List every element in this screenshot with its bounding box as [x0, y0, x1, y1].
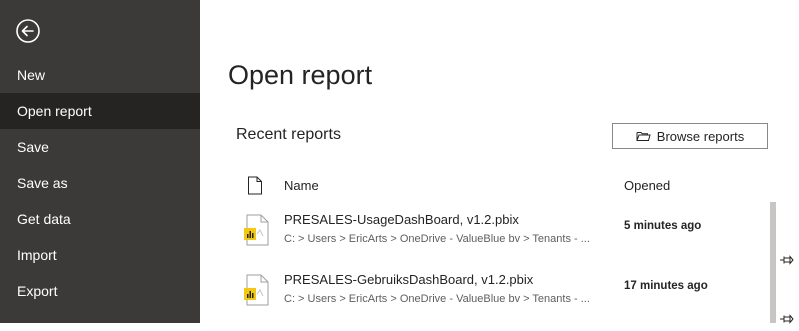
- sidebar: New Open report Save Save as Get data Im…: [0, 0, 200, 323]
- sidebar-item-save-as[interactable]: Save as: [0, 165, 200, 201]
- recent-reports-heading: Recent reports: [236, 126, 341, 143]
- report-name: PRESALES-GebruiksDashBoard, v1.2.pbix: [284, 272, 534, 287]
- report-opened-time: 17 minutes ago: [624, 280, 708, 292]
- recent-report-row[interactable]: PRESALES-UsageDashBoard, v1.2.pbix C: > …: [236, 212, 794, 265]
- sidebar-item-get-data[interactable]: Get data: [0, 201, 200, 237]
- pbix-file-icon: [243, 274, 269, 311]
- arrow-left-circle-icon: [16, 19, 40, 43]
- report-name: PRESALES-UsageDashBoard, v1.2.pbix: [284, 212, 519, 227]
- pbix-file-icon: [243, 214, 269, 251]
- browse-reports-label: Browse reports: [656, 128, 745, 144]
- sidebar-item-label: Open report: [17, 103, 92, 119]
- page-title: Open report: [228, 60, 373, 90]
- column-header-opened[interactable]: Opened: [624, 178, 670, 193]
- pin-icon[interactable]: [779, 312, 795, 326]
- folder-icon: [636, 132, 651, 141]
- report-path: C: > Users > EricArts > OneDrive - Value…: [284, 293, 590, 305]
- browse-reports-button[interactable]: Browse reports: [612, 123, 768, 149]
- scrollbar-thumb[interactable]: [770, 202, 776, 323]
- sidebar-item-export[interactable]: Export: [0, 273, 200, 309]
- file-type-column-icon: [247, 176, 263, 200]
- sidebar-item-new[interactable]: New: [0, 57, 200, 93]
- report-opened-time: 5 minutes ago: [624, 220, 702, 232]
- pin-icon[interactable]: [779, 253, 795, 267]
- sidebar-item-save[interactable]: Save: [0, 129, 200, 165]
- back-button[interactable]: [15, 18, 41, 44]
- recent-report-row[interactable]: PRESALES-GebruiksDashBoard, v1.2.pbix C:…: [236, 272, 794, 324]
- main-panel: Open report Recent reports Browse report…: [200, 0, 799, 324]
- column-header-name[interactable]: Name: [284, 178, 319, 193]
- sidebar-item-label: Get data: [17, 211, 71, 227]
- report-path: C: > Users > EricArts > OneDrive - Value…: [284, 233, 590, 245]
- sidebar-item-label: Save as: [17, 175, 68, 191]
- sidebar-item-import[interactable]: Import: [0, 237, 200, 273]
- sidebar-item-label: Export: [17, 283, 58, 299]
- sidebar-item-label: Import: [17, 247, 57, 263]
- sidebar-item-open-report[interactable]: Open report: [0, 93, 200, 129]
- document-icon: [248, 176, 262, 195]
- sidebar-item-label: New: [17, 67, 46, 83]
- sidebar-item-label: Save: [17, 139, 49, 155]
